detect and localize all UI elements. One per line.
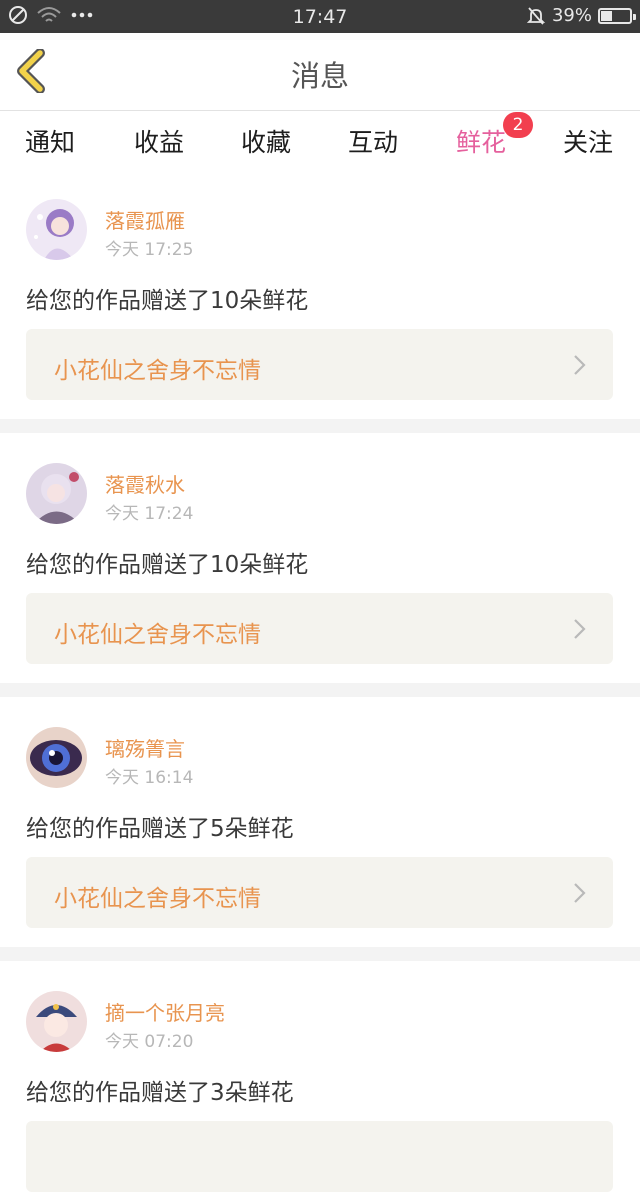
sender-name[interactable]: 摘一个张月亮	[105, 997, 225, 1026]
status-bar: 17:47 39%	[0, 0, 640, 33]
message-card: 落霞秋水 今天 17:24 给您的作品赠送了10朵鲜花 小花仙之舍身不忘情	[0, 433, 640, 683]
chevron-right-icon	[574, 355, 586, 375]
tab-bar: 通知 收益 收藏 互动 鲜花 2 关注	[0, 111, 640, 173]
tab-notice[interactable]: 通知	[10, 123, 90, 159]
message-time: 今天 17:24	[105, 504, 194, 524]
tab-earnings[interactable]: 收益	[119, 123, 199, 159]
battery-icon	[598, 7, 636, 24]
work-link[interactable]	[26, 1121, 613, 1192]
work-link[interactable]: 小花仙之舍身不忘情	[26, 857, 613, 928]
battery-percent: 39%	[551, 5, 592, 26]
work-link[interactable]: 小花仙之舍身不忘情	[26, 329, 613, 400]
work-title: 小花仙之舍身不忘情	[54, 358, 261, 384]
avatar[interactable]	[26, 991, 87, 1052]
message-text: 给您的作品赠送了3朵鲜花	[26, 1080, 294, 1106]
sender-name[interactable]: 璃殇箐言	[105, 733, 185, 762]
sender-name[interactable]: 落霞孤雁	[105, 205, 185, 234]
tab-follow[interactable]: 关注	[548, 123, 628, 159]
message-card: 落霞孤雁 今天 17:25 给您的作品赠送了10朵鲜花 小花仙之舍身不忘情	[0, 169, 640, 419]
chevron-right-icon	[574, 883, 586, 903]
message-time: 今天 17:25	[105, 240, 194, 260]
sender-name[interactable]: 落霞秋水	[105, 469, 185, 498]
tab-flowers[interactable]: 鲜花 2	[441, 112, 533, 173]
message-text: 给您的作品赠送了10朵鲜花	[26, 288, 309, 314]
unread-badge: 2	[503, 112, 533, 138]
tab-interaction[interactable]: 互动	[333, 123, 413, 159]
avatar[interactable]	[26, 463, 87, 524]
chevron-right-icon	[574, 619, 586, 639]
work-link[interactable]: 小花仙之舍身不忘情	[26, 593, 613, 664]
work-title: 小花仙之舍身不忘情	[54, 886, 261, 912]
avatar[interactable]	[26, 199, 87, 260]
top-nav-bar: 消息	[0, 33, 640, 111]
message-card: 摘一个张月亮 今天 07:20 给您的作品赠送了3朵鲜花	[0, 961, 640, 1192]
message-time: 今天 16:14	[105, 768, 194, 788]
page-title: 消息	[290, 59, 349, 93]
work-title: 小花仙之舍身不忘情	[54, 622, 261, 648]
tab-flowers-label: 鲜花	[455, 128, 506, 157]
message-card: 璃殇箐言 今天 16:14 给您的作品赠送了5朵鲜花 小花仙之舍身不忘情	[0, 697, 640, 947]
message-text: 给您的作品赠送了10朵鲜花	[26, 552, 309, 578]
message-text: 给您的作品赠送了5朵鲜花	[26, 816, 294, 842]
status-icons-right: 39%	[526, 5, 636, 26]
bell-off-icon	[526, 6, 546, 25]
tab-favorites[interactable]: 收藏	[226, 123, 306, 159]
avatar[interactable]	[26, 727, 87, 788]
message-time: 今天 07:20	[105, 1032, 194, 1052]
